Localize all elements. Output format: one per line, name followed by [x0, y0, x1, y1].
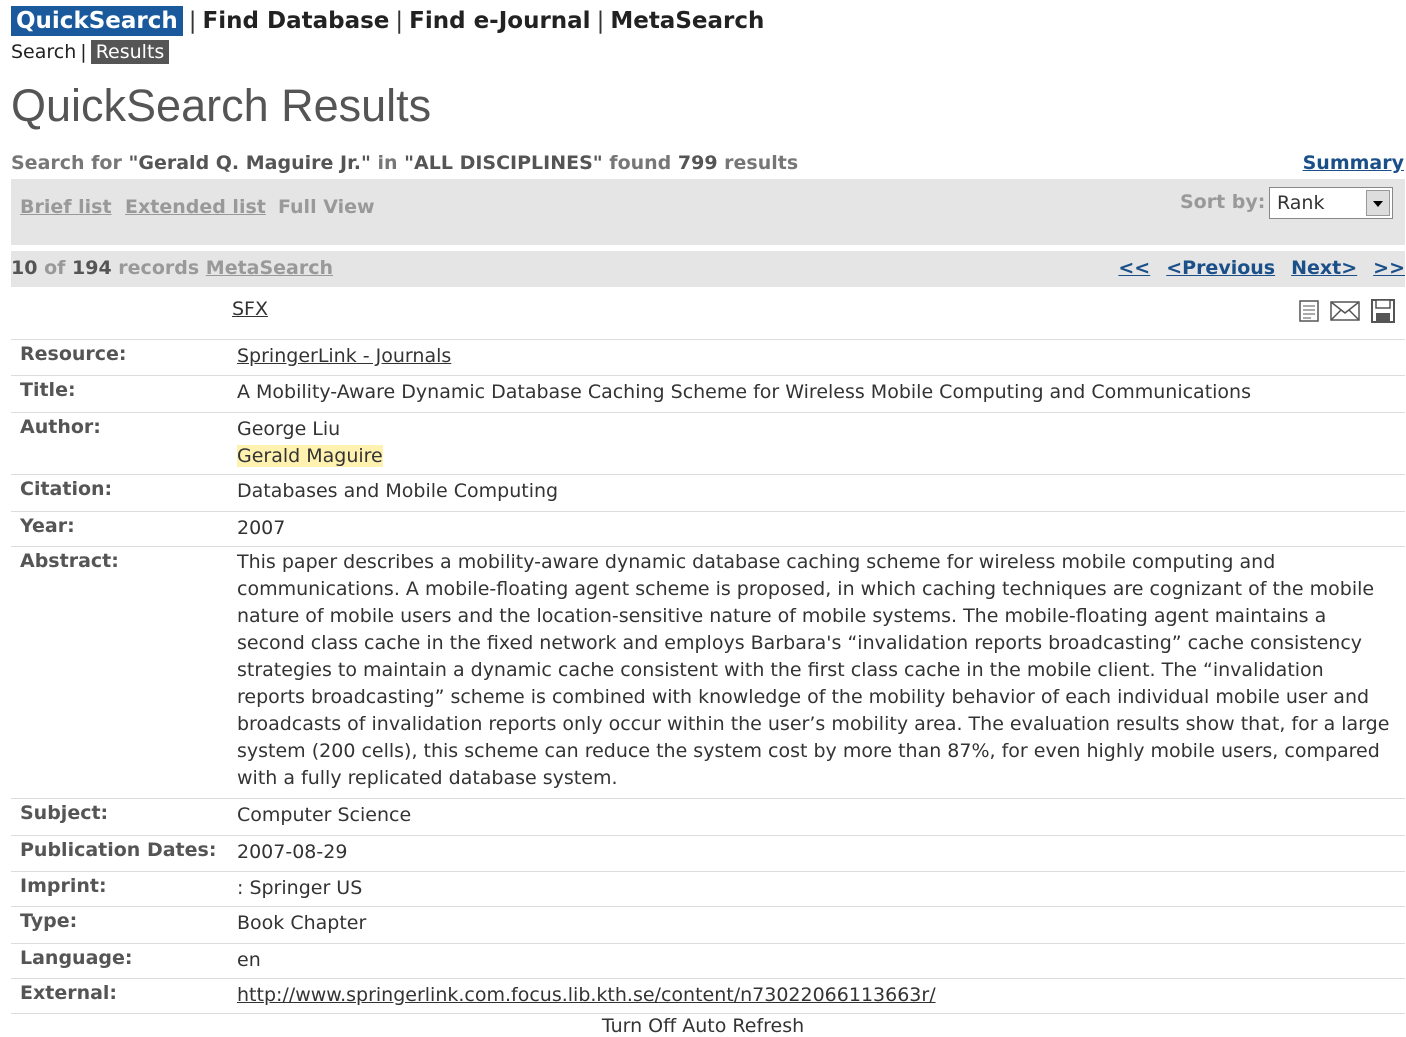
year-label: Year:: [11, 511, 237, 547]
records-text: records: [111, 257, 206, 279]
view-toolbar: Brief list Extended list Full View Sort …: [11, 179, 1405, 245]
abstract-label: Abstract:: [11, 546, 237, 799]
author-label: Author:: [11, 412, 237, 475]
metasearch-link[interactable]: MetaSearch: [206, 257, 333, 279]
email-icon[interactable]: [1330, 300, 1360, 322]
abstract-value: This paper describes a mobility-aware dy…: [237, 546, 1405, 799]
sort-label: Sort by:: [1180, 191, 1266, 213]
summary-link[interactable]: Summary: [1303, 152, 1404, 174]
search-discipline: "ALL DISCIPLINES": [404, 152, 603, 174]
brief-list-link[interactable]: Brief list: [20, 196, 112, 218]
external-label: External:: [11, 978, 237, 1014]
external-link[interactable]: http://www.springerlink.com.focus.lib.kt…: [237, 984, 936, 1006]
search-in-text: in: [370, 152, 405, 174]
author-cell: George Liu Gerald Maguire: [237, 412, 1405, 475]
subtab-search[interactable]: Search: [11, 41, 76, 63]
sfx-link[interactable]: SFX: [232, 298, 268, 320]
record-actions: [1299, 299, 1401, 323]
sort-value: Rank: [1277, 192, 1325, 214]
previous-page-link[interactable]: <Previous: [1166, 257, 1275, 279]
first-page-link[interactable]: <<: [1118, 257, 1150, 279]
search-prefix: Search for: [11, 152, 129, 174]
citation-value: Databases and Mobile Computing: [237, 474, 1405, 512]
top-navigation: QuickSearch | Find Database | Find e-Journal…: [11, 6, 764, 36]
subtab-results[interactable]: Results: [90, 40, 170, 64]
search-query: "Gerald Q. Maguire Jr.": [128, 152, 371, 174]
subject-label: Subject:: [11, 798, 237, 836]
nav-separator: |: [596, 8, 605, 34]
records-of-text: of: [37, 257, 73, 279]
search-suffix: results: [717, 152, 799, 174]
title-label: Title:: [11, 375, 237, 413]
tab-quicksearch[interactable]: QuickSearch: [11, 6, 183, 36]
year-value: 2007: [237, 511, 1405, 547]
subject-value: Computer Science: [237, 798, 1405, 836]
nav-separator: |: [188, 8, 197, 34]
last-page-link[interactable]: >>: [1373, 257, 1405, 279]
author-name-highlighted: Gerald Maguire: [237, 445, 383, 467]
full-view-link[interactable]: Full View: [278, 196, 375, 218]
title-value: A Mobility-Aware Dynamic Database Cachin…: [237, 375, 1405, 413]
next-page-link[interactable]: Next>: [1291, 257, 1357, 279]
type-value: Book Chapter: [237, 906, 1405, 944]
language-label: Language:: [11, 943, 237, 979]
auto-refresh-toggle[interactable]: Turn Off Auto Refresh: [0, 1015, 1406, 1037]
records-info: 10 of 194 records MetaSearch: [11, 257, 333, 279]
record-details: Resource: SpringerLink - Journals Title:…: [11, 339, 1405, 1014]
tab-find-database[interactable]: Find Database: [203, 8, 390, 34]
sub-navigation: Search | Results: [11, 40, 170, 64]
details-icon[interactable]: [1299, 300, 1319, 322]
search-summary: Search for "Gerald Q. Maguire Jr." in "A…: [11, 152, 798, 174]
chevron-down-icon[interactable]: [1366, 190, 1390, 216]
resource-cell: SpringerLink - Journals: [237, 339, 1405, 376]
citation-label: Citation:: [11, 474, 237, 512]
imprint-value: : Springer US: [237, 871, 1405, 907]
records-shown: 10: [11, 257, 38, 279]
tab-metasearch[interactable]: MetaSearch: [610, 8, 764, 34]
resource-label: Resource:: [11, 339, 237, 376]
records-total: 194: [72, 257, 112, 279]
extended-list-link[interactable]: Extended list: [125, 196, 266, 218]
subnav-separator: |: [80, 41, 87, 63]
page-title: QuickSearch Results: [11, 80, 432, 131]
nav-separator: |: [395, 8, 404, 34]
language-value: en: [237, 943, 1405, 979]
imprint-label: Imprint:: [11, 871, 237, 907]
records-bar: 10 of 194 records MetaSearch << <Previous…: [11, 251, 1405, 287]
publication-dates-label: Publication Dates:: [11, 835, 237, 872]
result-count: 799: [677, 152, 718, 174]
search-found-text: found: [602, 152, 678, 174]
external-cell: http://www.springerlink.com.focus.lib.kt…: [237, 978, 1405, 1014]
resource-link[interactable]: SpringerLink - Journals: [237, 345, 451, 367]
pager: << <Previous Next> >>: [1102, 257, 1405, 279]
author-name: George Liu: [237, 418, 341, 440]
type-label: Type:: [11, 906, 237, 944]
save-icon[interactable]: [1371, 299, 1396, 323]
tab-find-ejournal[interactable]: Find e-Journal: [409, 8, 590, 34]
sort-select[interactable]: Rank: [1269, 187, 1393, 219]
publication-dates-value: 2007-08-29: [237, 835, 1405, 872]
